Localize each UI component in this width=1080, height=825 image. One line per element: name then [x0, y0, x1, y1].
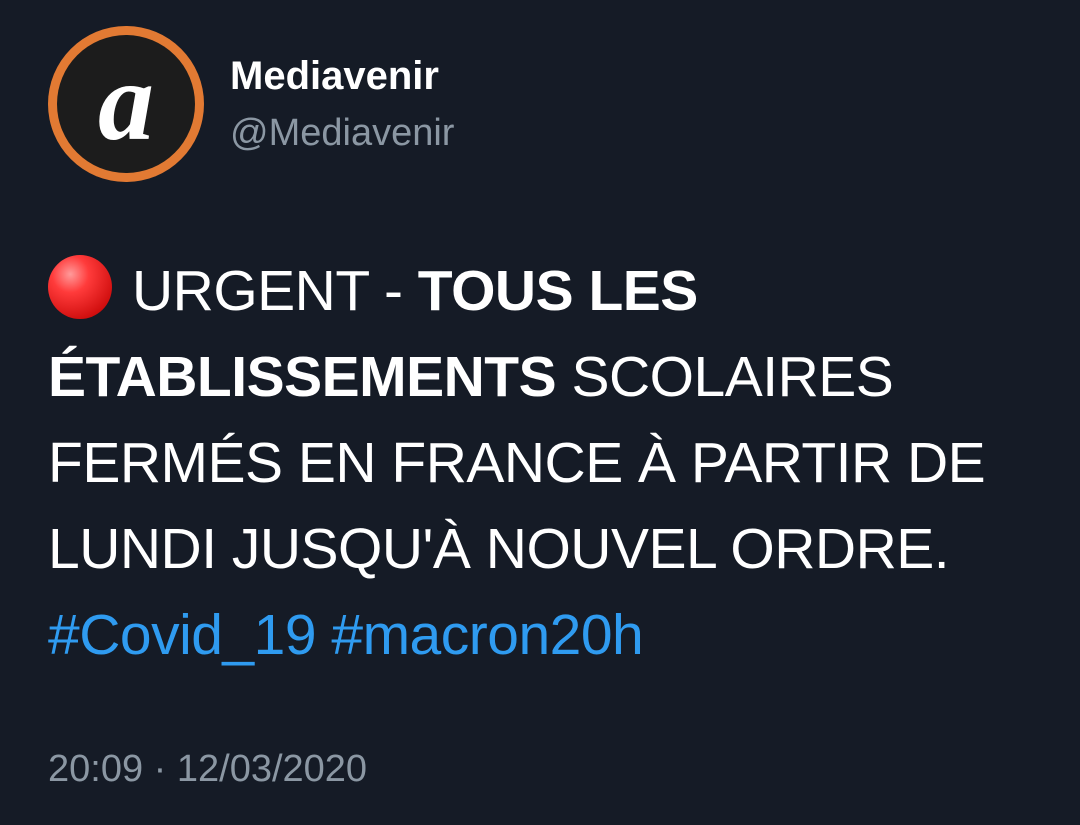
tweet-bold-1: TOUS LES: [417, 259, 699, 323]
tweet-bold-2: ÉTABLISSEMENTS: [48, 345, 557, 409]
tweet-line-3: FERMÉS EN FRANCE À PARTIR DE: [48, 431, 986, 495]
tweet-line-2: ÉTABLISSEMENTS SCOLAIRES: [48, 334, 1058, 420]
avatar-logo: a: [57, 35, 195, 173]
avatar[interactable]: a: [48, 26, 204, 182]
tweet-line-4: LUNDI JUSQU'À NOUVEL ORDRE.: [48, 517, 950, 581]
avatar-letter: a: [98, 40, 154, 164]
hashtag-macron[interactable]: #macron20h: [331, 603, 643, 667]
display-name[interactable]: Mediavenir: [230, 52, 439, 100]
timestamp[interactable]: 20:09 · 12/03/2020: [48, 744, 367, 794]
tweet-text-2: SCOLAIRES: [556, 345, 894, 409]
tweet-text: URGENT - TOUS LES ÉTABLISSEMENTS SCOLAIR…: [48, 248, 1058, 678]
hashtag-line: #Covid_19 #macron20h: [48, 592, 1058, 678]
handle[interactable]: @Mediavenir: [230, 110, 454, 156]
tweet-line-1: URGENT - TOUS LES: [48, 248, 1058, 334]
tweet-card: a Mediavenir @Mediavenir URGENT - TOUS L…: [0, 0, 1080, 825]
red-circle-icon: [48, 255, 112, 319]
urgent-label: URGENT -: [132, 259, 418, 323]
hashtag-covid[interactable]: #Covid_19: [48, 603, 317, 667]
